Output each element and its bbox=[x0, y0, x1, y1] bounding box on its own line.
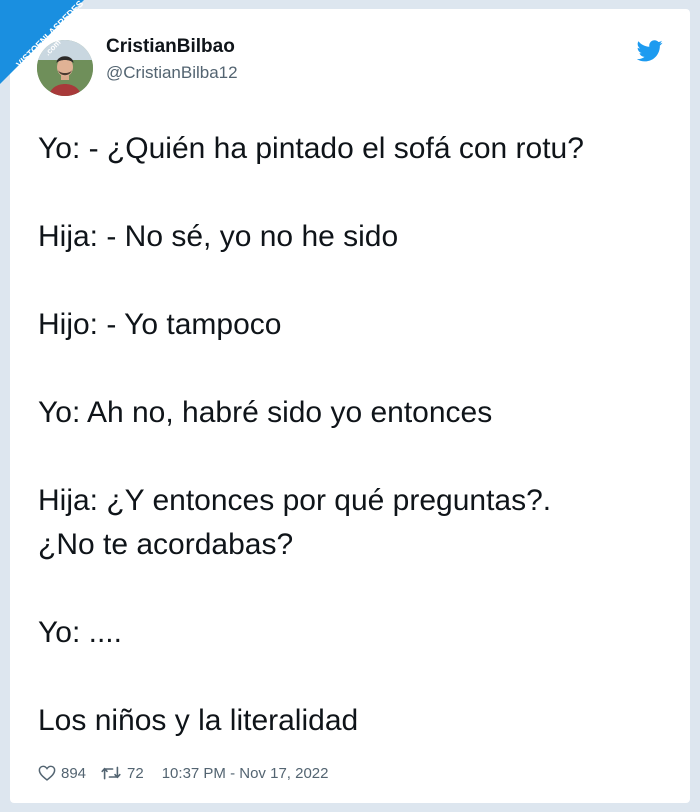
watermark-logo: VISTOENLASREDES .com bbox=[0, 0, 90, 90]
tweet-card: CristianBilbao @CristianBilba12 Yo: - ¿Q… bbox=[10, 9, 690, 803]
tweet-line: ¿No te acordabas? bbox=[38, 528, 294, 561]
retweet-button[interactable]: 72 bbox=[100, 765, 144, 782]
tweet-line: Hijo: - Yo tampoco bbox=[38, 308, 282, 341]
tweet-line: Yo: Ah no, habré sido yo entonces bbox=[38, 396, 493, 429]
tweet-line: Hija: - No sé, yo no he sido bbox=[38, 220, 399, 253]
tweet-timestamp[interactable]: 10:37 PM - Nov 17, 2022 bbox=[162, 765, 329, 782]
tweet-line: Yo: - ¿Quién ha pintado el sofá con rotu… bbox=[38, 132, 584, 165]
tweet-line: Hija: ¿Y entonces por qué preguntas?. bbox=[38, 484, 552, 517]
tweet-line: Los niños y la literalidad bbox=[38, 704, 359, 737]
tweet-line bbox=[38, 435, 668, 479]
tweet-line bbox=[38, 347, 668, 391]
tweet-footer: 894 72 10:37 PM - Nov 17, 2022 bbox=[38, 761, 328, 785]
retweet-count: 72 bbox=[127, 764, 144, 782]
like-button[interactable]: 894 bbox=[38, 765, 86, 782]
tweet-line: Yo: .... bbox=[38, 616, 122, 649]
like-count: 894 bbox=[61, 764, 87, 782]
tweet-line bbox=[38, 259, 668, 303]
twitter-bird-icon[interactable] bbox=[636, 40, 663, 62]
author-handle[interactable]: @CristianBilba12 bbox=[106, 63, 238, 83]
tweet-line bbox=[38, 171, 668, 215]
tweet-text: Yo: - ¿Quién ha pintado el sofá con rotu… bbox=[38, 127, 668, 743]
retweet-icon bbox=[101, 766, 121, 780]
heart-icon bbox=[38, 765, 56, 781]
tweet-line bbox=[38, 655, 668, 699]
tweet-line bbox=[38, 567, 668, 611]
author-name[interactable]: CristianBilbao bbox=[106, 36, 235, 58]
